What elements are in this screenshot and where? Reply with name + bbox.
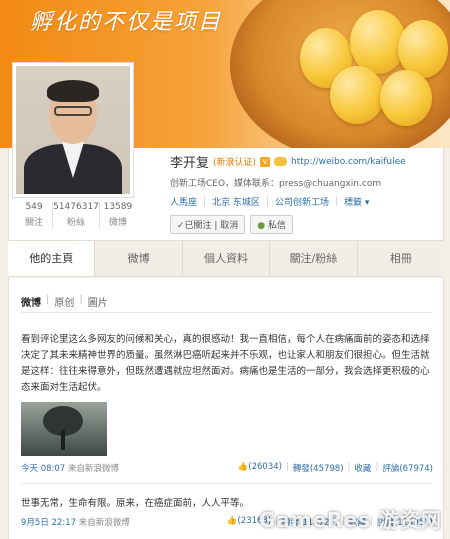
separator: | [347, 462, 351, 472]
post-time[interactable]: 9月5日 22:17 [21, 518, 76, 528]
thumbs-up-icon: 👍 [226, 516, 238, 526]
stat-number: 13589 [103, 202, 133, 212]
profile-stats: 549 關注 51476317 粉絲 13589 微博 [16, 202, 136, 228]
nest-image [230, 0, 450, 148]
stat-label: 粉絲 [66, 218, 85, 228]
thumbs-up-icon: 👍 [237, 462, 249, 472]
follow-button[interactable]: ✓已關注 | 取消 [170, 215, 246, 234]
profile-bio: 创新工场CEO，媒体联系：press@chuangxin.com [170, 179, 382, 189]
repost-button[interactable]: 轉發(45798) [293, 462, 344, 474]
post-time-source: 9月5日 22:17 来自新浪微博 [21, 516, 130, 528]
separator: | [265, 196, 269, 207]
subtab-original[interactable]: 原创 [54, 294, 74, 309]
stat-posts[interactable]: 13589 微博 [100, 202, 136, 228]
tab-home[interactable]: 他的主頁 [8, 241, 96, 276]
tab-profile[interactable]: 個人資料 [183, 241, 271, 276]
separator: | [285, 462, 289, 472]
divider [21, 312, 433, 313]
tags-dropdown[interactable]: 標籤 ▾ [344, 195, 369, 208]
message-icon: ● [257, 221, 266, 231]
hair-shape [47, 80, 99, 102]
post-actions: 👍(26034) | 轉發(45798) | 收藏 | 評論(67974) [238, 462, 433, 474]
location-label[interactable]: 北京 东城区 [212, 195, 260, 208]
feed-subtabs: 微博 | 原创 | 圖片 [21, 294, 108, 309]
subtab-weibo[interactable]: 微博 [21, 294, 41, 309]
profile-name: 李开复 [170, 156, 210, 171]
egg-image [330, 66, 384, 124]
tab-follow[interactable]: 關注/粉絲 [270, 241, 358, 276]
message-button[interactable]: ● 私信 [250, 215, 294, 234]
favorite-button[interactable]: 收藏 [354, 462, 371, 474]
like-button[interactable]: 👍(26034) [238, 462, 282, 474]
separator: | [335, 196, 339, 207]
profile-tabs: 他的主頁 微博 個人資料 關注/粉絲 相冊 [8, 240, 444, 277]
watermark: GameRes 游资网 [258, 508, 442, 532]
feed-panel: 微博 | 原创 | 圖片 看到评论里这么多网友的问候和关心，真的很感动！我一直相… [8, 278, 444, 539]
glasses-shape [54, 106, 92, 116]
post-source[interactable]: 来自新浪微博 [68, 464, 119, 474]
banner-slogan: 孵化的不仅是项目 [30, 10, 223, 35]
message-label: 私信 [268, 221, 287, 231]
avatar[interactable] [12, 62, 134, 198]
stat-label: 微博 [108, 218, 127, 228]
website-link[interactable]: http://weibo.com/kaifulee [291, 157, 406, 167]
stat-number: 51476317 [53, 202, 99, 212]
stat-label: 關注 [25, 218, 44, 228]
stat-number: 549 [25, 202, 43, 212]
vip-icon[interactable] [274, 157, 288, 166]
verified-icon: V [260, 156, 271, 167]
separator: | [375, 462, 379, 472]
post-text: 看到评论里这么多网友的问候和关心，真的很感动！我一直相信，每个人在病痛面前的姿态… [21, 334, 430, 393]
profile-name-row: 李开复 (新浪认证) V http://weibo.com/kaifulee [170, 152, 406, 171]
tab-album[interactable]: 相冊 [358, 241, 444, 276]
post-meta: 今天 08:07 来自新浪微博 👍(26034) | 轉發(45798) | 收… [21, 462, 433, 474]
avatar-photo [16, 66, 130, 194]
post-text: 世事无常，生命有限。原来，在癌症面前，人人平等。 [21, 498, 250, 509]
verify-label[interactable]: (新浪认证) [213, 155, 256, 168]
tab-weibo[interactable]: 微博 [95, 241, 183, 276]
post-source[interactable]: 来自新浪微博 [79, 518, 130, 528]
comment-button[interactable]: 評論(67974) [382, 462, 433, 474]
profile-actions: ✓已關注 | 取消 ● 私信 [170, 215, 294, 234]
trunk-shape [61, 430, 65, 450]
separator: | [203, 196, 207, 207]
zodiac-label[interactable]: 人馬座 [170, 195, 197, 208]
stat-following[interactable]: 549 關注 [16, 202, 54, 228]
company-label[interactable]: 公司创新工场 [275, 195, 329, 208]
post-divider [21, 483, 433, 484]
separator: | [79, 294, 83, 305]
egg-image [380, 70, 432, 126]
separator: | [46, 294, 50, 305]
stat-followers[interactable]: 51476317 粉絲 [53, 202, 100, 228]
post-time-source: 今天 08:07 来自新浪微博 [21, 462, 119, 474]
profile-meta: 人馬座 | 北京 东城区 | 公司创新工场 | 標籤 ▾ [170, 195, 369, 209]
subtab-images[interactable]: 圖片 [88, 294, 108, 309]
post-time[interactable]: 今天 08:07 [21, 464, 65, 474]
like-count: (26034) [248, 462, 282, 472]
post-image[interactable] [21, 402, 107, 456]
